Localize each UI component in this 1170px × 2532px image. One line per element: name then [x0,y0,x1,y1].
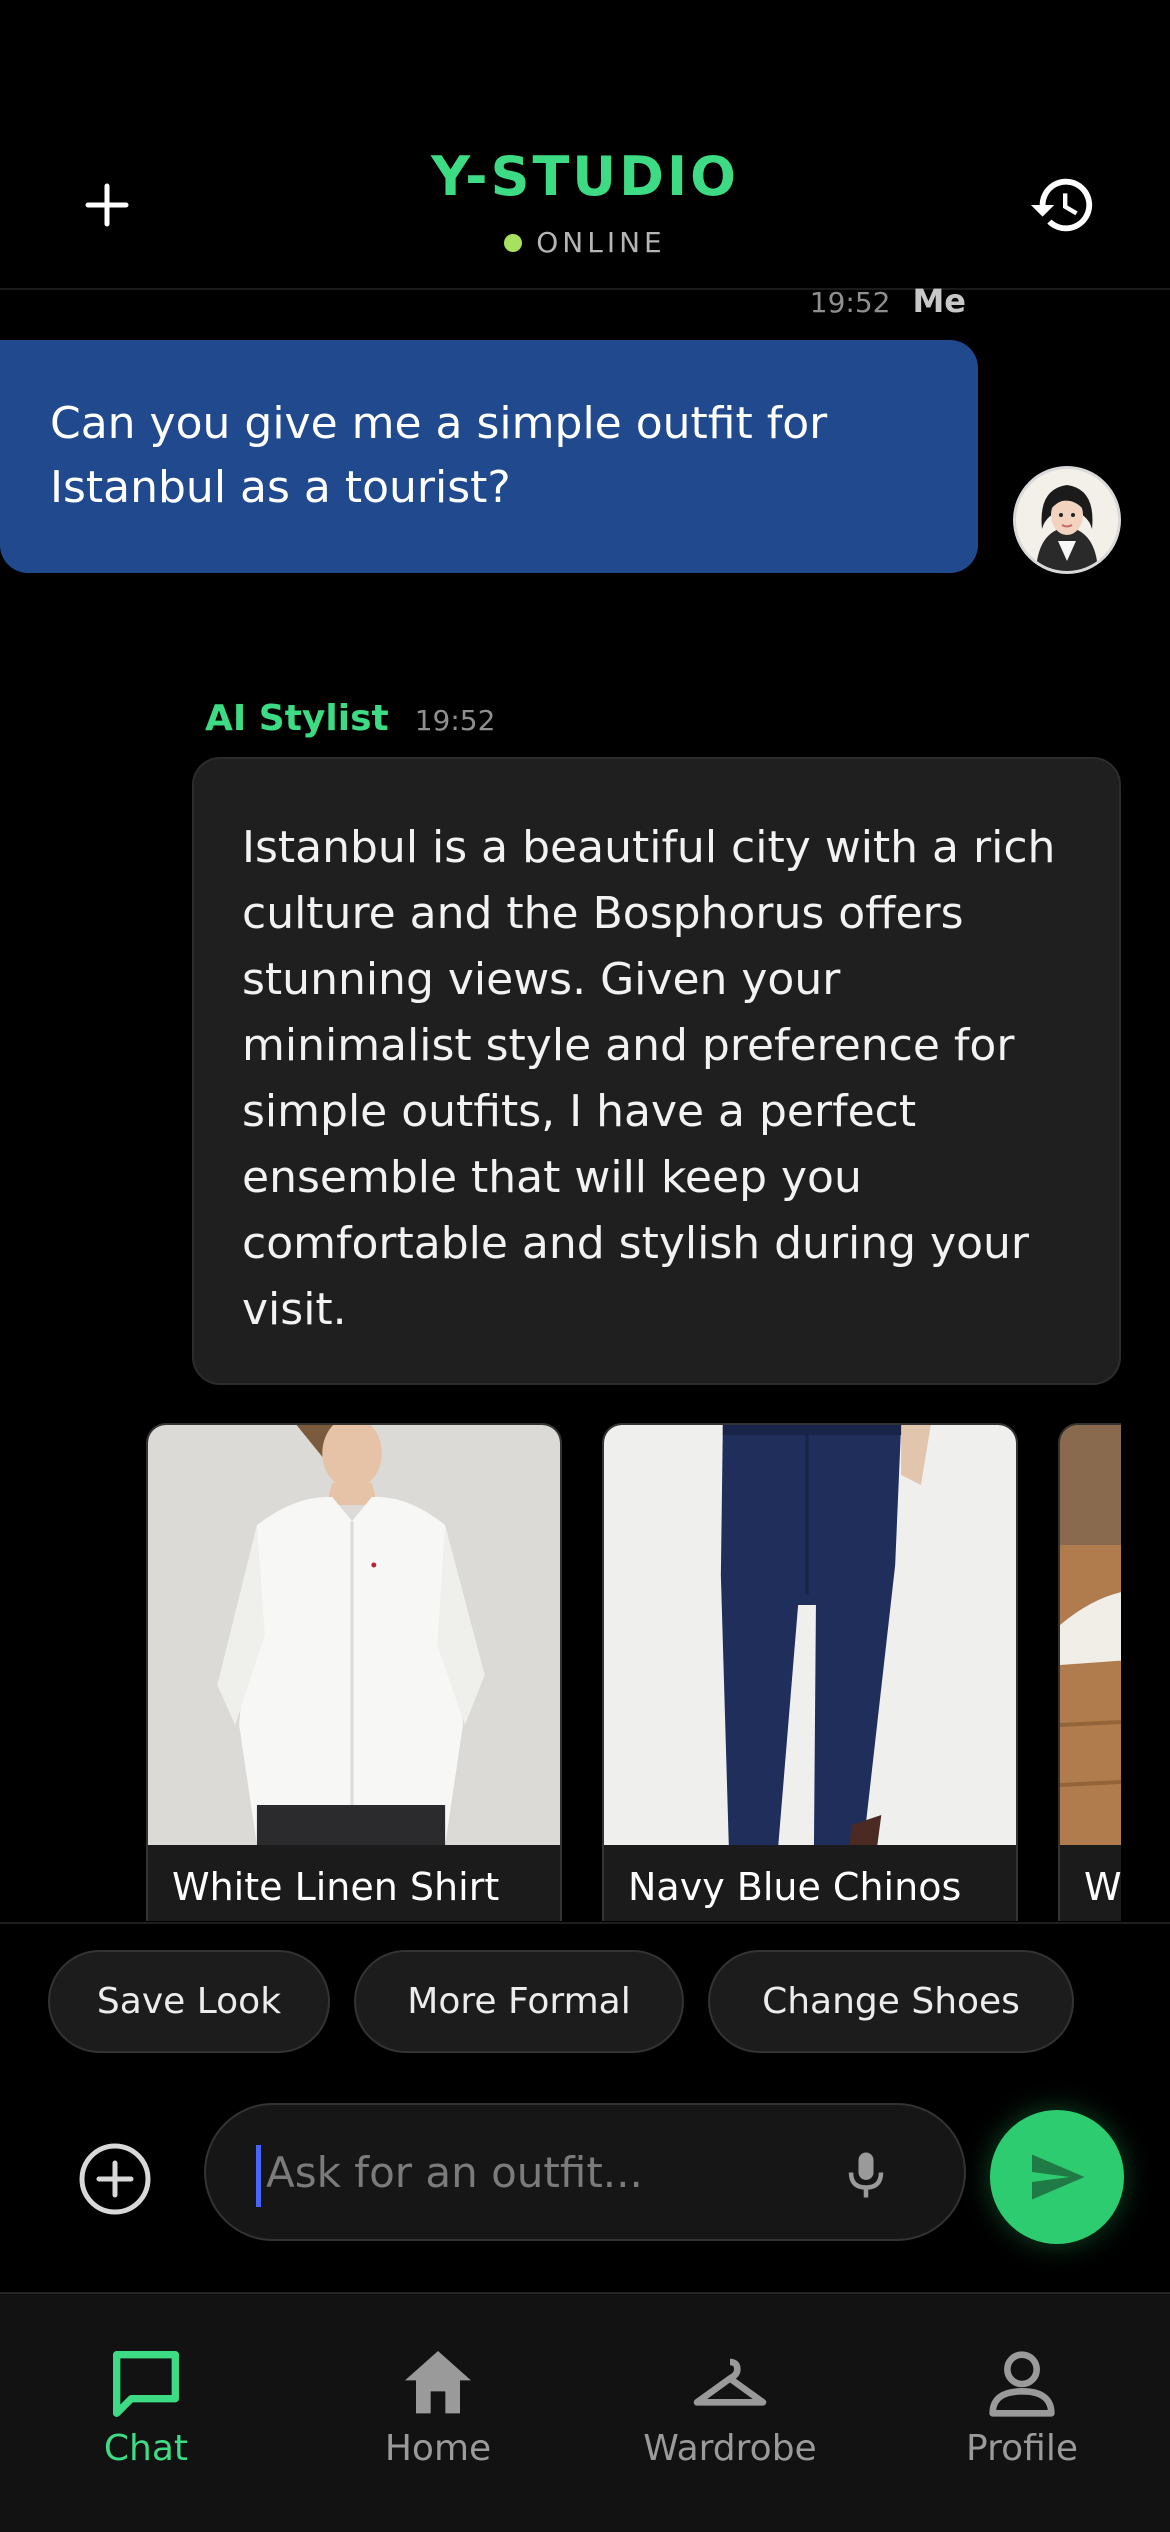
ai-sender-name: AI Stylist [205,698,389,739]
tab-profile-label: Profile [966,2428,1078,2469]
user-message-meta: 19:52 Me [810,282,966,320]
hanger-icon [693,2358,767,2406]
chat-icon [113,2351,179,2417]
product-image-chinos [604,1425,1016,1845]
history-button[interactable] [1018,160,1108,250]
product-image-shoes [1060,1425,1121,1845]
more-formal-chip[interactable]: More Formal [354,1950,684,2053]
app-title: Y-STUDIO [431,145,739,208]
attach-button[interactable] [72,2136,158,2222]
message-input-container[interactable] [204,2103,966,2241]
text-caret [256,2145,261,2207]
user-icon [989,2351,1055,2417]
bottom-tab-bar: Chat Home Wardrobe Profile [0,2292,1170,2532]
ai-message-bubble: Istanbul is a beautiful city with a rich… [192,757,1121,1385]
home-icon [405,2351,471,2414]
send-icon [1032,2154,1085,2200]
user-sender-name: Me [912,282,966,320]
product-carousel[interactable]: White Linen Shirt Navy Blue Chinos Wh [146,1423,1121,1921]
user-message-time: 19:52 [809,286,891,319]
status-dot [504,233,523,252]
status-label: ONLINE [536,226,666,259]
product-card[interactable]: Navy Blue Chinos [602,1423,1018,1921]
product-image-shirt [148,1425,560,1845]
save-look-chip[interactable]: Save Look [48,1950,330,2053]
product-name: White Linen Shirt [172,1865,500,1909]
user-avatar[interactable] [1013,466,1121,574]
product-card[interactable]: White Linen Shirt [146,1423,562,1921]
microphone-icon[interactable] [836,2145,896,2205]
message-input[interactable] [266,2105,826,2239]
product-name: Navy Blue Chinos [628,1865,962,1909]
tab-home[interactable]: Home [292,2294,584,2532]
online-status: ONLINE [0,226,1170,259]
tab-home-label: Home [384,2428,492,2469]
tab-chat-label: Chat [103,2428,189,2469]
user-message-bubble: Can you give me a simple outfit for Ista… [0,340,978,573]
tab-profile[interactable]: Profile [876,2294,1168,2532]
tab-chat[interactable]: Chat [0,2294,292,2532]
add-circle-icon [79,2143,151,2215]
ai-message-time: 19:52 [414,704,496,737]
change-shoes-chip[interactable]: Change Shoes [708,1950,1074,2053]
ai-message-meta: AI Stylist 19:52 [205,698,495,739]
send-button[interactable] [990,2110,1124,2244]
app-header: Y-STUDIO ONLINE [0,0,1170,290]
divider [0,1922,1170,1924]
tab-wardrobe[interactable]: Wardrobe [584,2294,876,2532]
product-name: Wh [1084,1865,1121,1909]
tab-wardrobe-label: Wardrobe [643,2428,817,2469]
history-icon [1030,178,1093,232]
product-card[interactable]: Wh [1058,1423,1121,1921]
